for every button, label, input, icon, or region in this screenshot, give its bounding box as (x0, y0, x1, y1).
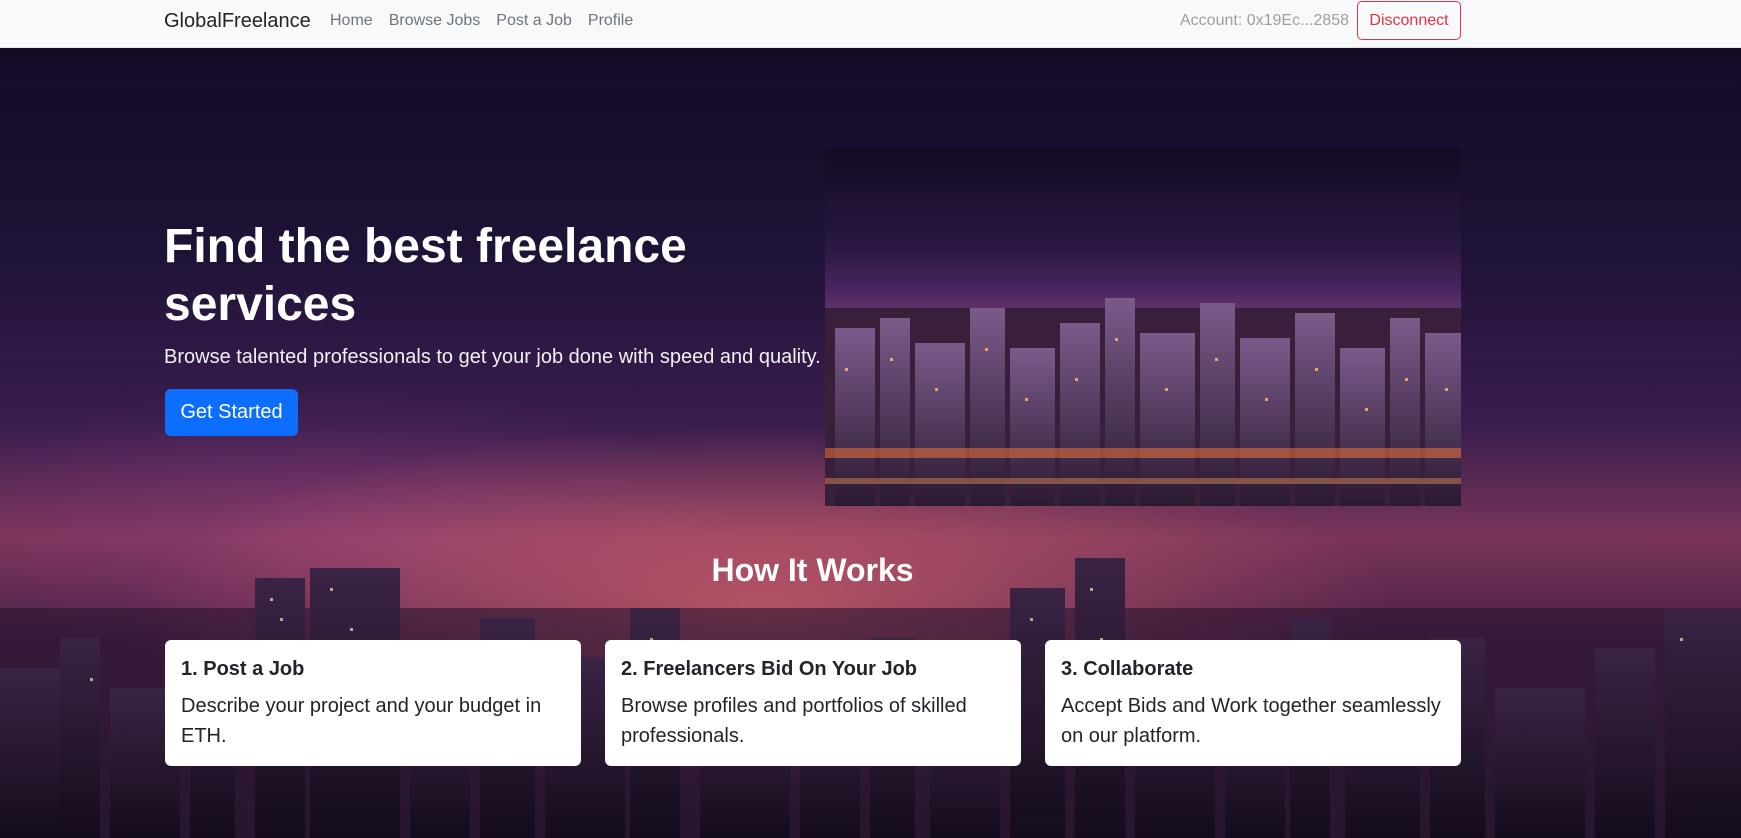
nav-links: Home Browse Jobs Post a Job Profile (330, 12, 633, 30)
nav-home[interactable]: Home (330, 12, 373, 30)
step-text: Describe your project and your budget in… (181, 695, 542, 747)
step-title: 2. Freelancers Bid On Your Job (621, 658, 918, 680)
hero-title: Find the best freelance services (164, 220, 687, 331)
hero-subtitle: Browse talented professionals to get you… (164, 346, 821, 368)
brand-logo[interactable]: GlobalFreelance (164, 10, 311, 33)
step-title: 1. Post a Job (181, 658, 305, 680)
nav-browse-jobs[interactable]: Browse Jobs (389, 12, 481, 30)
get-started-button[interactable]: Get Started (165, 389, 298, 436)
nav-profile[interactable]: Profile (588, 12, 633, 30)
how-it-works-title: How It Works (711, 552, 914, 588)
city-illustration (825, 298, 1461, 506)
top-navbar: GlobalFreelance Home Browse Jobs Post a … (0, 0, 1741, 48)
step-card-collaborate: 3. Collaborate Accept Bids and Work toge… (1045, 640, 1461, 766)
city-night-image (825, 148, 1461, 506)
step-text: Browse profiles and portfolios of skille… (621, 695, 967, 747)
account-address: Account: 0x19Ec...2858 (1180, 12, 1349, 29)
nav-post-job[interactable]: Post a Job (496, 12, 572, 30)
step-text: Accept Bids and Work together seamlessly… (1061, 695, 1441, 747)
step-title: 3. Collaborate (1061, 658, 1194, 680)
disconnect-button[interactable]: Disconnect (1357, 1, 1461, 40)
step-card-freelancers-bid: 2. Freelancers Bid On Your Job Browse pr… (605, 640, 1021, 766)
step-card-post-job: 1. Post a Job Describe your project and … (165, 640, 581, 766)
